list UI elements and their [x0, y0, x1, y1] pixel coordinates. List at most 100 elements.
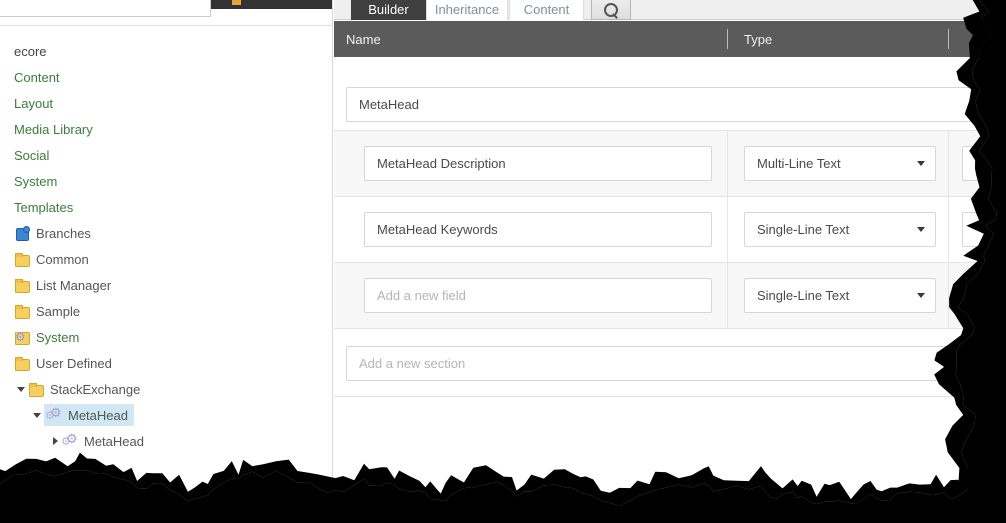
folder-icon	[28, 381, 44, 397]
gears-icon	[61, 431, 78, 450]
tree-item-content[interactable]: System	[14, 329, 79, 345]
tree-item[interactable]: Templates	[0, 194, 332, 220]
tree-item[interactable]: System	[0, 168, 332, 194]
tree-item[interactable]: List Manager	[0, 272, 332, 298]
field-type-select[interactable]: Multi-Line Text	[744, 146, 936, 181]
tab-builder[interactable]: Builder	[351, 0, 426, 20]
gears-icon	[45, 405, 62, 424]
tree-item-content[interactable]: Media Library	[14, 123, 93, 136]
puzzle-icon	[14, 225, 30, 241]
tree-toggle-spacer	[0, 38, 14, 64]
tree-item-selected[interactable]: MetaHead	[44, 404, 134, 426]
field-name-value: Add a new field	[377, 288, 466, 303]
tree-item-content[interactable]: Content	[14, 71, 60, 84]
tree-search-box[interactable]	[0, 0, 211, 17]
tree-toggle-spacer	[0, 168, 14, 194]
tree-item[interactable]: User Defined	[0, 350, 332, 376]
chevron-down-icon[interactable]	[30, 402, 44, 428]
tree-item-content[interactable]: Common	[14, 251, 89, 267]
field-type-value: Multi-Line Text	[757, 156, 841, 171]
tree-item[interactable]: MetaHead	[0, 428, 332, 454]
field-column-divider-1	[727, 131, 728, 197]
add-section-row: Add a new section	[334, 330, 1006, 397]
orange-marker-icon	[232, 0, 241, 5]
tree-toggle-spacer	[0, 194, 14, 220]
tree-item-content[interactable]: Layout	[14, 97, 53, 110]
tree-item-label: Social	[14, 147, 50, 163]
tree-item-label: Layout	[14, 95, 54, 111]
tree-item-label: Media Library	[14, 121, 93, 137]
tree-item[interactable]: Sample	[0, 298, 332, 324]
search-button[interactable]	[591, 0, 631, 20]
chevron-down-icon	[917, 227, 925, 232]
tree-item-content[interactable]: User Defined	[14, 355, 112, 371]
field-row-divider	[334, 328, 1006, 329]
tree-item[interactable]: StackExchange	[0, 376, 332, 402]
tree-item-content[interactable]: StackExchange	[28, 381, 140, 397]
column-header-name-label: Name	[346, 31, 381, 47]
field-type-value: Single-Line Text	[757, 222, 850, 237]
section-row: MetaHead	[334, 57, 1006, 131]
field-options-input[interactable]	[962, 278, 996, 313]
tree-toggle-spacer	[0, 90, 14, 116]
tree-item[interactable]: Content	[0, 64, 332, 90]
field-row: MetaHead Keywords Single-Line Text	[334, 197, 1006, 263]
chevron-down-icon[interactable]	[14, 376, 28, 402]
chevron-right-icon[interactable]	[48, 428, 62, 454]
tree-item-label: Branches	[36, 225, 91, 241]
template-builder-panel: Builder Inheritance Content Name Type Me…	[334, 0, 1006, 523]
tab-inheritance-label: Inheritance	[434, 2, 500, 17]
tree-item-label: Templates	[14, 199, 74, 215]
app-root: ecore Content Layout Media Library Social Sys…	[0, 0, 1006, 523]
tree-item-label: User Defined	[36, 355, 112, 371]
tree-item-content[interactable]: System	[14, 175, 57, 188]
tree-item[interactable]: Layout	[0, 90, 332, 116]
folder-icon	[14, 251, 30, 267]
field-column-divider-2	[948, 131, 949, 197]
tree-item-content[interactable]: Social	[14, 149, 49, 162]
tree-toggle-spacer	[0, 246, 14, 272]
add-new-section-placeholder: Add a new section	[359, 356, 466, 371]
tab-builder-label: Builder	[368, 2, 409, 17]
tree-item[interactable]: Media Library	[0, 116, 332, 142]
field-column-divider-2	[948, 263, 949, 329]
field-type-select[interactable]: Single-Line Text	[744, 278, 936, 313]
content-tree-panel: ecore Content Layout Media Library Social Sys…	[0, 0, 333, 523]
tree-item[interactable]: Common	[0, 246, 332, 272]
tree-item[interactable]: MetaHead	[0, 402, 332, 428]
tree-search-input[interactable]	[0, 1, 210, 17]
tree-item-content[interactable]: Sample	[14, 303, 80, 319]
tree-item[interactable]: Branches	[0, 220, 332, 246]
folder-icon	[14, 355, 30, 371]
column-header-name: Name	[346, 21, 381, 57]
tree-item[interactable]: System	[0, 324, 332, 350]
tree-item[interactable]: Social	[0, 142, 332, 168]
tree-item-content[interactable]: ecore	[14, 45, 47, 58]
field-column-divider-1	[727, 197, 728, 263]
field-options-input[interactable]	[962, 146, 996, 181]
field-options-input[interactable]	[962, 212, 996, 247]
add-new-section-input[interactable]: Add a new section	[346, 346, 979, 381]
tree-toggle-spacer	[0, 116, 14, 142]
field-name-input[interactable]: MetaHead Description	[364, 146, 712, 181]
tree-item-label: Sample	[36, 303, 81, 319]
tree-toggle-spacer	[0, 64, 14, 90]
field-type-select[interactable]: Single-Line Text	[744, 212, 936, 247]
tree-item-content[interactable]: List Manager	[14, 277, 111, 293]
tree-item-label: MetaHead	[84, 433, 144, 449]
tree-item-content[interactable]: MetaHead	[61, 431, 144, 450]
tree-item[interactable]: ecore	[0, 38, 332, 64]
tree-item-label: Content	[14, 69, 60, 85]
tree-item-label: System	[36, 329, 80, 345]
tree-item-content[interactable]: Branches	[14, 225, 91, 241]
tab-inheritance[interactable]: Inheritance	[426, 0, 508, 20]
field-name-input[interactable]: MetaHead Keywords	[364, 212, 712, 247]
tree-item-label: ecore	[14, 43, 47, 59]
tree-toggle-spacer	[0, 350, 14, 376]
column-header-type-label: Type	[744, 31, 773, 47]
tab-content[interactable]: Content	[509, 0, 584, 20]
tree-item-content[interactable]: Templates	[14, 201, 73, 214]
add-new-field-input[interactable]: Add a new field	[364, 278, 712, 313]
section-name-input[interactable]: MetaHead	[346, 87, 979, 122]
tree-toggle-spacer	[0, 220, 14, 246]
